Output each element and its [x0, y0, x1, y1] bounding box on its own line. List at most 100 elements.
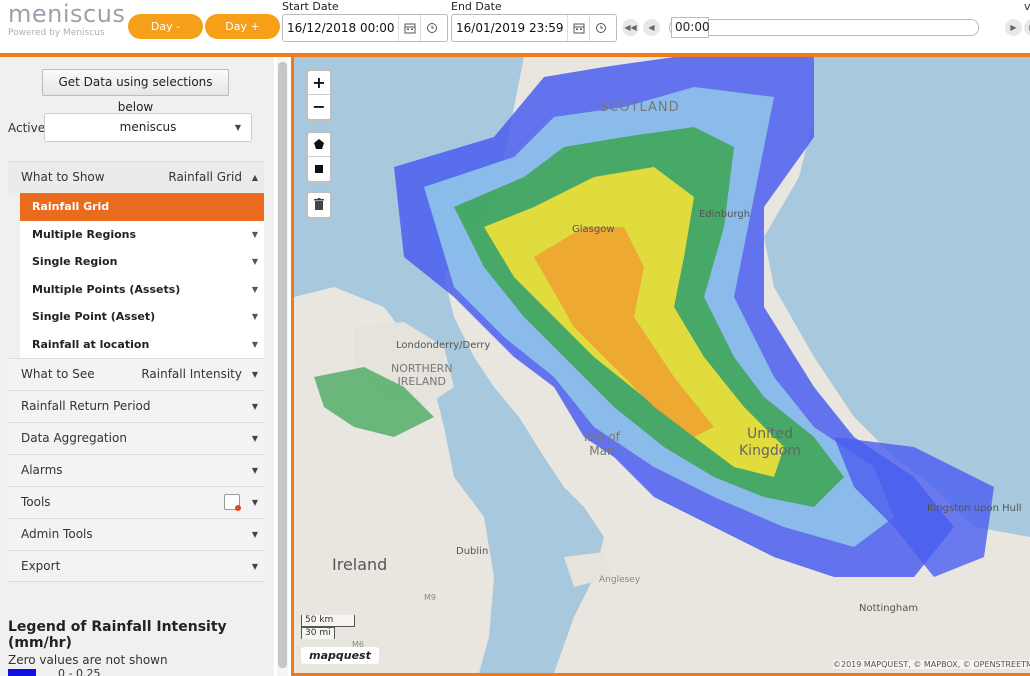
trash-icon[interactable]	[308, 193, 330, 217]
label-ireland: Ireland	[332, 555, 388, 574]
app-logo: meniscus Powered by Meniscus	[8, 0, 126, 38]
calendar-icon[interactable]	[398, 15, 420, 41]
options-accordion: What to Show Rainfall Grid ▲ Rainfall Gr…	[8, 161, 264, 582]
label-isle-of: Isle of	[584, 430, 620, 444]
draw-polygon-icon[interactable]	[308, 133, 330, 157]
time-value[interactable]: 00:00	[671, 17, 710, 38]
show-item-label: Multiple Points (Assets)	[32, 282, 181, 296]
mapquest-logo[interactable]: mapquest	[301, 647, 379, 664]
rewind-button[interactable]: ◀◀	[622, 19, 639, 36]
show-item-single-region[interactable]: Single Region ▼	[20, 248, 264, 276]
label-isle-of-man: Isle of Man	[584, 430, 620, 458]
start-date-field[interactable]: 16/12/2018 00:00	[282, 14, 448, 42]
step-back-button[interactable]: ◀	[643, 19, 660, 36]
chevron-down-icon: ▼	[251, 370, 258, 379]
show-item-label: Single Point (Asset)	[32, 310, 156, 323]
show-item-multiple-points[interactable]: Multiple Points (Assets) ▼	[20, 276, 264, 304]
chevron-down-icon: ▼	[251, 284, 258, 294]
show-item-label: Single Region	[32, 255, 118, 268]
label-united: United	[746, 426, 793, 442]
zoom-in-button[interactable]: +	[308, 71, 330, 95]
show-item-multiple-regions[interactable]: Multiple Regions ▼	[20, 221, 264, 249]
label-kingston: Kingston upon Hull	[927, 503, 1022, 514]
label-northern: NORTHERN	[391, 362, 453, 375]
label-edinburgh: Edinburgh	[699, 209, 751, 220]
legend-note: Zero values are not shown	[8, 653, 168, 667]
export-header[interactable]: Export ▼	[8, 550, 264, 582]
section-label: Export	[21, 559, 61, 573]
tools-icon[interactable]	[224, 494, 241, 511]
chevron-down-icon: ▼	[251, 434, 258, 443]
section-label: Rainfall Return Period	[21, 399, 151, 413]
label-ireland-ni: IRELAND	[397, 375, 446, 388]
start-date-value[interactable]: 16/12/2018 00:00	[283, 21, 398, 35]
draw-control	[306, 131, 332, 183]
day-minus-button[interactable]: Day -	[128, 14, 203, 39]
get-data-button[interactable]: Get Data using selections below	[42, 69, 229, 114]
label-scotland: SCOTLAND	[600, 100, 680, 115]
admin-tools-header[interactable]: Admin Tools ▼	[8, 518, 264, 550]
chevron-down-icon: ▼	[251, 229, 258, 239]
alarms-header[interactable]: Alarms ▼	[8, 454, 264, 486]
label-nottingham: Nottingham	[859, 603, 919, 614]
section-label: Tools	[21, 495, 51, 509]
step-forward-button[interactable]: ▶	[1005, 19, 1022, 36]
label-londonderry: Londonderry/Derry	[396, 340, 491, 351]
rainfall-map[interactable]: SCOTLAND Glasgow Edinburgh Londonderry/D…	[291, 57, 1030, 673]
time-slider[interactable]	[669, 19, 979, 36]
label-glasgow: Glasgow	[572, 224, 615, 235]
what-to-show-list: Rainfall Grid Multiple Regions ▼ Single …	[20, 193, 264, 358]
show-item-single-point[interactable]: Single Point (Asset) ▼	[20, 303, 264, 331]
fast-forward-button[interactable]: ▶	[1024, 19, 1030, 36]
what-to-see-value: Rainfall Intensity	[141, 367, 242, 381]
show-item-rainfall-at-location[interactable]: Rainfall at location ▼	[20, 331, 264, 359]
logo-subtitle: Powered by Meniscus	[8, 28, 105, 38]
day-plus-button[interactable]: Day +	[205, 14, 280, 39]
scale-km: 50 km	[301, 615, 355, 627]
active-select[interactable]: meniscus ▼	[44, 113, 252, 142]
legend-range-label: 0 - 0.25	[58, 667, 101, 676]
map-attribution[interactable]: ©2019 MAPQUEST, © MAPBOX, © OPENSTREETMA…	[833, 660, 1030, 669]
chevron-down-icon: ▼	[251, 466, 258, 475]
active-label: Active	[8, 121, 46, 135]
end-date-field[interactable]: 16/01/2019 23:59	[451, 14, 617, 42]
legend-swatch	[8, 669, 36, 676]
end-date-value[interactable]: 16/01/2019 23:59	[452, 21, 567, 35]
tools-header[interactable]: Tools ▼	[8, 486, 264, 518]
zoom-control: + −	[306, 69, 332, 121]
scale-mi: 30 mi	[301, 627, 335, 639]
clock-icon[interactable]	[589, 15, 611, 41]
section-label: Data Aggregation	[21, 431, 127, 445]
label-northern-ireland: NORTHERN IRELAND	[391, 362, 453, 388]
chevron-down-icon: ▼	[251, 257, 258, 266]
draw-rectangle-icon[interactable]	[308, 157, 330, 181]
sidebar-scrollbar-thumb[interactable]	[278, 62, 287, 668]
start-date-label: Start Date	[282, 0, 339, 13]
show-item-label: Rainfall Grid	[32, 200, 110, 213]
what-to-show-header[interactable]: What to Show Rainfall Grid ▲	[8, 161, 264, 193]
chevron-down-icon: ▼	[251, 312, 258, 321]
what-to-show-label: What to Show	[21, 170, 105, 184]
label-anglesey: Anglesey	[599, 575, 641, 585]
logo-title: meniscus	[8, 0, 126, 28]
legend-title: Legend of Rainfall Intensity (mm/hr)	[8, 619, 227, 651]
active-select-value[interactable]: meniscus	[120, 120, 177, 134]
what-to-show-value: Rainfall Grid	[168, 170, 242, 184]
label-kingdom: Kingdom	[739, 443, 801, 459]
rainfall-return-period-header[interactable]: Rainfall Return Period ▼	[8, 390, 264, 422]
chevron-down-icon: ▼	[251, 562, 258, 571]
chevron-down-icon: ▼	[251, 498, 258, 507]
clock-icon[interactable]	[420, 15, 442, 41]
section-label: Admin Tools	[21, 527, 93, 541]
chevron-down-icon: ▼	[251, 339, 258, 349]
top-toolbar: meniscus Powered by Meniscus Day - Day +…	[0, 0, 1030, 53]
what-to-see-header[interactable]: What to See Rainfall Intensity ▼	[8, 358, 264, 390]
calendar-icon[interactable]	[567, 15, 589, 41]
show-item-label: Rainfall at location	[32, 337, 150, 351]
data-aggregation-header[interactable]: Data Aggregation ▼	[8, 422, 264, 454]
zoom-out-button[interactable]: −	[308, 95, 330, 119]
chevron-down-icon: ▼	[251, 402, 258, 411]
show-item-rainfall-grid[interactable]: Rainfall Grid	[20, 193, 264, 221]
label-m9: M9	[424, 593, 436, 602]
sidebar: Get Data using selections below Active m…	[0, 57, 274, 676]
